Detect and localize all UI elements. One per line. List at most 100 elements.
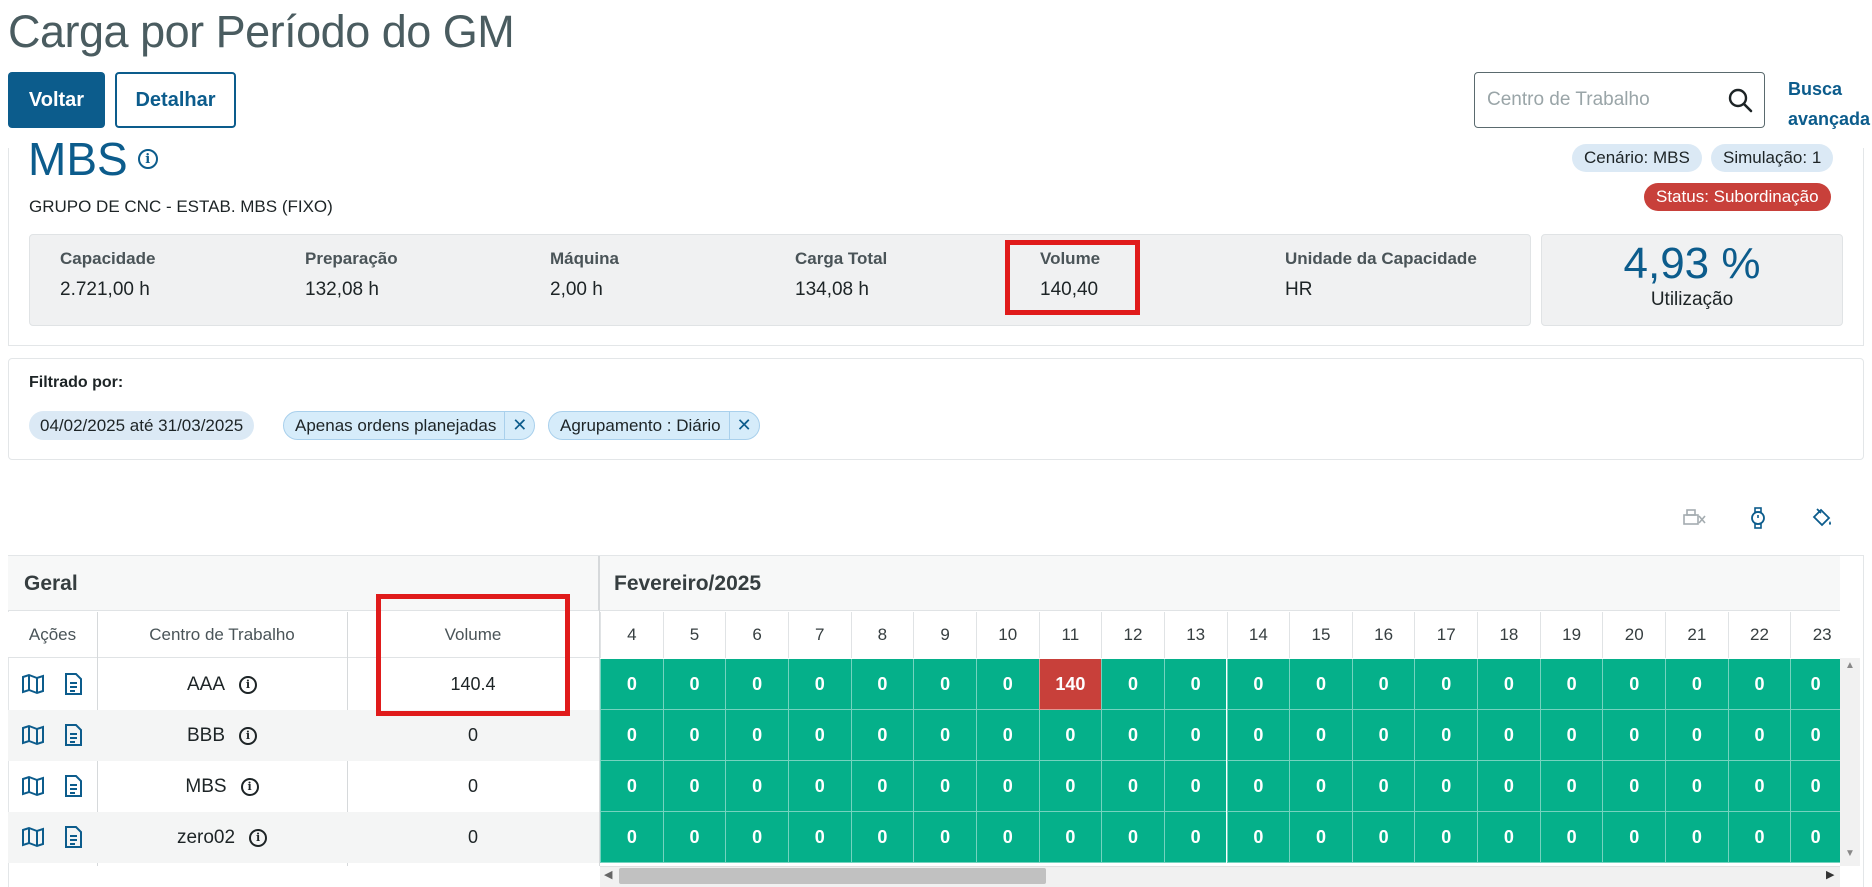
day-header[interactable]: 18 — [1477, 612, 1540, 658]
day-cell[interactable]: 0 — [662, 659, 726, 710]
day-cell[interactable]: 0 — [1289, 659, 1352, 710]
day-cell[interactable]: 0 — [1163, 710, 1227, 761]
day-cell[interactable]: 0 — [1790, 710, 1840, 761]
day-header[interactable]: 10 — [975, 612, 1039, 658]
day-cell[interactable]: 0 — [850, 812, 914, 863]
day-cell[interactable]: 0 — [1539, 812, 1603, 863]
search-input[interactable] — [1485, 88, 1715, 112]
day-cell[interactable]: 0 — [1790, 761, 1840, 812]
day-cell[interactable]: 0 — [913, 812, 976, 863]
day-cell[interactable]: 0 — [1414, 659, 1478, 710]
paint-bucket-icon[interactable] — [1808, 504, 1836, 532]
day-cell[interactable]: 0 — [1477, 761, 1540, 812]
day-cell[interactable]: 0 — [1226, 812, 1290, 863]
day-header[interactable]: 16 — [1351, 612, 1415, 658]
day-cell[interactable]: 0 — [1226, 761, 1290, 812]
map-icon[interactable] — [20, 671, 46, 697]
day-header[interactable]: 8 — [850, 612, 914, 658]
day-cell[interactable]: 0 — [600, 812, 663, 863]
day-cell[interactable]: 0 — [1101, 710, 1164, 761]
day-cell[interactable]: 0 — [1351, 812, 1415, 863]
day-cell[interactable]: 0 — [1665, 761, 1728, 812]
day-header[interactable]: 13 — [1163, 612, 1227, 658]
day-header[interactable]: 15 — [1289, 612, 1352, 658]
day-cell[interactable]: 0 — [1602, 659, 1666, 710]
scroll-left-arrow-icon[interactable]: ◀ — [604, 868, 612, 881]
map-icon[interactable] — [20, 722, 46, 748]
day-cell[interactable]: 0 — [975, 761, 1039, 812]
day-header[interactable]: 22 — [1727, 612, 1791, 658]
day-header[interactable]: 11 — [1038, 612, 1102, 658]
info-icon[interactable]: i — [137, 149, 158, 169]
day-cell[interactable]: 0 — [1226, 710, 1290, 761]
day-cell[interactable]: 0 — [1226, 659, 1290, 710]
day-cell[interactable]: 0 — [600, 659, 663, 710]
day-cell[interactable]: 0 — [1163, 812, 1227, 863]
map-icon[interactable] — [20, 824, 46, 850]
info-icon[interactable]: i — [239, 675, 258, 694]
day-cell[interactable]: 0 — [1665, 659, 1728, 710]
day-header[interactable]: 6 — [725, 612, 788, 658]
day-cell[interactable]: 0 — [913, 761, 976, 812]
day-cell[interactable]: 0 — [1414, 812, 1478, 863]
day-cell[interactable]: 0 — [662, 710, 726, 761]
day-header[interactable]: 4 — [600, 612, 663, 658]
day-cell[interactable]: 0 — [787, 659, 851, 710]
day-cell[interactable]: 0 — [600, 710, 663, 761]
close-icon[interactable]: ✕ — [728, 412, 759, 439]
day-header[interactable]: 14 — [1226, 612, 1290, 658]
day-cell[interactable]: 0 — [1727, 761, 1791, 812]
document-icon[interactable] — [60, 722, 86, 748]
day-header[interactable]: 21 — [1665, 612, 1728, 658]
day-cell[interactable]: 0 — [1539, 659, 1603, 710]
day-header[interactable]: 23 — [1790, 612, 1853, 658]
day-cell[interactable]: 0 — [1038, 710, 1102, 761]
day-cell[interactable]: 0 — [1477, 659, 1540, 710]
day-cell[interactable]: 0 — [1414, 761, 1478, 812]
day-cell[interactable]: 0 — [1414, 710, 1478, 761]
day-header[interactable]: 20 — [1602, 612, 1666, 658]
day-cell[interactable]: 0 — [1351, 710, 1415, 761]
day-header[interactable]: 5 — [662, 612, 726, 658]
day-cell[interactable]: 0 — [1602, 710, 1666, 761]
day-cell[interactable]: 0 — [1727, 812, 1791, 863]
search-icon[interactable] — [1726, 86, 1754, 114]
day-cell[interactable]: 0 — [1665, 812, 1728, 863]
back-button[interactable]: Voltar — [8, 72, 105, 128]
day-header[interactable]: 12 — [1101, 612, 1164, 658]
day-cell[interactable]: 0 — [1289, 710, 1352, 761]
day-cell[interactable]: 0 — [725, 659, 788, 710]
day-cell[interactable]: 0 — [1351, 659, 1415, 710]
day-cell[interactable]: 0 — [1727, 710, 1791, 761]
day-cell[interactable]: 0 — [1163, 761, 1227, 812]
vertical-scrollbar[interactable] — [1840, 658, 1860, 866]
day-cell[interactable]: 0 — [600, 761, 663, 812]
day-cell[interactable]: 0 — [787, 710, 851, 761]
day-cell[interactable]: 0 — [1477, 812, 1540, 863]
day-cell[interactable]: 0 — [975, 659, 1039, 710]
document-icon[interactable] — [60, 671, 86, 697]
day-cell[interactable]: 0 — [1602, 761, 1666, 812]
close-icon[interactable]: ✕ — [504, 412, 534, 439]
day-header[interactable]: 7 — [787, 612, 851, 658]
day-cell-overload[interactable]: 140 — [1038, 659, 1102, 710]
day-cell[interactable]: 0 — [1539, 761, 1603, 812]
day-cell[interactable]: 0 — [1163, 659, 1227, 710]
column-actions[interactable]: Ações — [8, 612, 97, 658]
day-cell[interactable]: 0 — [913, 659, 976, 710]
day-cell[interactable]: 0 — [725, 812, 788, 863]
day-cell[interactable]: 0 — [1351, 761, 1415, 812]
day-cell[interactable]: 0 — [850, 761, 914, 812]
day-cell[interactable]: 0 — [1101, 761, 1164, 812]
advanced-search-link[interactable]: Busca avançada — [1788, 74, 1872, 134]
day-cell[interactable]: 0 — [1539, 710, 1603, 761]
scroll-right-arrow-icon[interactable]: ▶ — [1826, 868, 1834, 881]
map-icon[interactable] — [20, 773, 46, 799]
day-cell[interactable]: 0 — [725, 761, 788, 812]
scroll-down-arrow-icon[interactable]: ▼ — [1845, 848, 1855, 859]
day-cell[interactable]: 0 — [1665, 710, 1728, 761]
info-icon[interactable]: i — [239, 726, 258, 745]
horizontal-scroll-thumb[interactable] — [619, 868, 1046, 884]
day-cell[interactable]: 0 — [662, 812, 726, 863]
day-cell[interactable]: 0 — [787, 812, 851, 863]
